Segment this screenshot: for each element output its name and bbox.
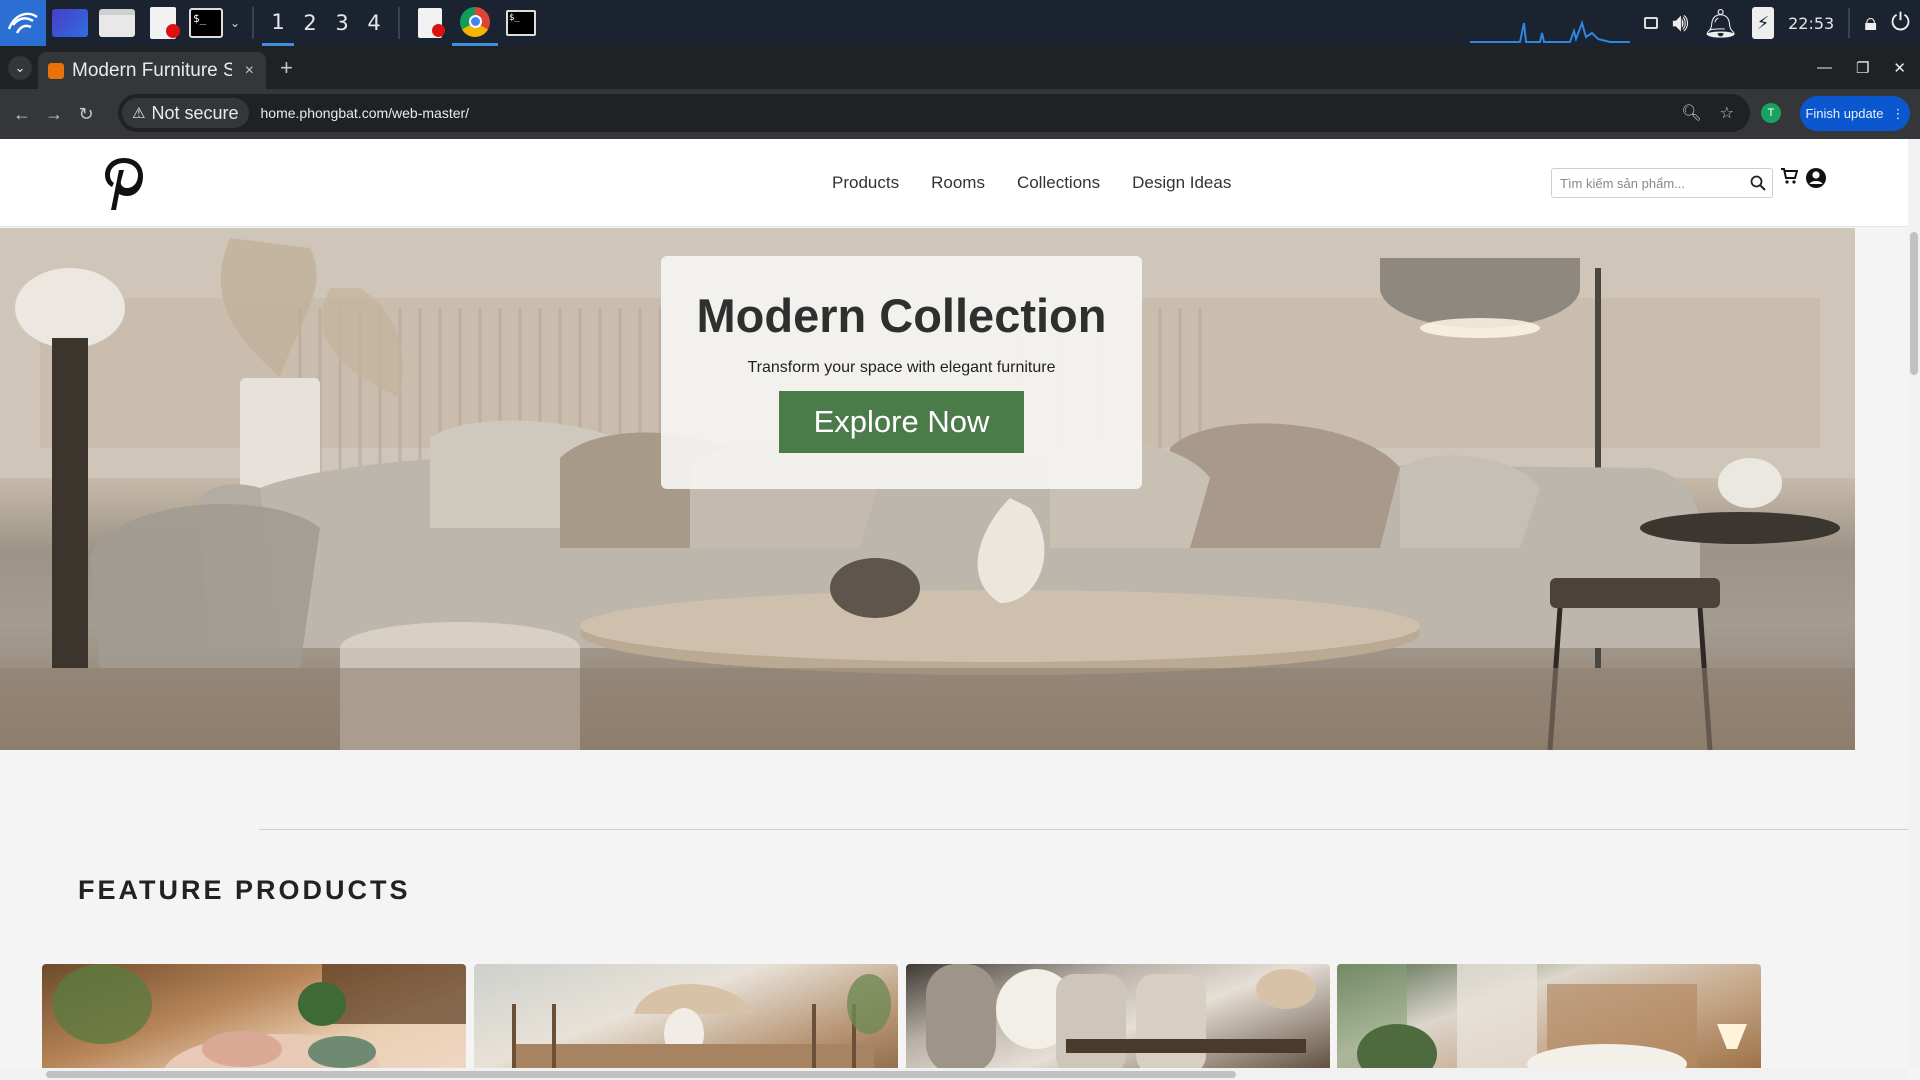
vertical-scrollbar[interactable] xyxy=(1908,139,1920,1068)
battery-charging-icon[interactable]: ⚡ xyxy=(1752,7,1775,39)
kali-menu-icon[interactable] xyxy=(0,0,46,46)
finish-update-label: Finish update xyxy=(1805,106,1884,121)
main-nav: Products Rooms Collections Design Ideas xyxy=(832,139,1231,227)
taskbar-separator xyxy=(398,7,400,39)
pinterest-logo-icon[interactable] xyxy=(102,156,146,212)
product-card-image[interactable] xyxy=(474,964,898,1068)
user-account-icon[interactable] xyxy=(1805,167,1827,189)
bedroom-image xyxy=(1337,964,1747,1068)
bookmark-star-icon[interactable]: ☆ xyxy=(1720,103,1734,123)
more-vert-icon: ⋮ xyxy=(1891,105,1905,121)
search-input[interactable] xyxy=(1552,169,1742,197)
hero-subtitle: Transform your space with elegant furnit… xyxy=(747,359,1056,376)
chrome-icon[interactable] xyxy=(452,0,498,46)
restore-icon[interactable]: ❐ xyxy=(1856,59,1869,77)
vertical-scroll-thumb[interactable] xyxy=(1910,232,1918,375)
taskbar-separator xyxy=(1848,8,1851,38)
dining-room-image xyxy=(512,974,891,1068)
finish-update-button[interactable]: Finish update ⋮ xyxy=(1800,96,1910,131)
terminal-icon[interactable]: $_ xyxy=(498,0,544,46)
desktop-icon[interactable] xyxy=(46,0,94,46)
nav-rooms[interactable]: Rooms xyxy=(931,173,985,193)
workspace-1[interactable]: 1 xyxy=(262,0,294,46)
nav-design-ideas[interactable]: Design Ideas xyxy=(1132,173,1231,193)
search-icon[interactable] xyxy=(1750,175,1766,191)
horizontal-scroll-thumb[interactable] xyxy=(46,1071,1236,1078)
terminal-icon[interactable]: $_ xyxy=(186,0,226,46)
cart-icon[interactable] xyxy=(1780,167,1798,185)
text-editor-icon[interactable] xyxy=(140,0,186,46)
tab-title: Modern Furniture S xyxy=(72,59,232,81)
text-editor-icon[interactable] xyxy=(408,0,452,46)
os-taskbar: $_ ⌄ 1 2 3 4 $_ 🔊︎ 🔔︎ ⚡ 22:53 🔒︎ ⏻ xyxy=(0,0,1920,46)
close-window-icon[interactable]: ✕ xyxy=(1893,59,1906,77)
site-header: Products Rooms Collections Design Ideas xyxy=(0,139,1908,227)
workspace-4[interactable]: 4 xyxy=(358,0,390,46)
clock[interactable]: 22:53 xyxy=(1788,14,1834,33)
address-bar[interactable]: ⚠ Not secure home.phongbat.com/web-maste… xyxy=(118,94,1750,132)
zoom-icon[interactable]: 🔍︎ xyxy=(1681,103,1701,123)
section-divider xyxy=(259,829,1908,830)
new-tab-button[interactable]: + xyxy=(280,55,293,81)
hero-banner: Modern Collection Transform your space w… xyxy=(0,228,1855,750)
nav-products[interactable]: Products xyxy=(832,173,899,193)
browser-tab[interactable]: Modern Furniture S × xyxy=(38,52,266,89)
nav-collections[interactable]: Collections xyxy=(1017,173,1100,193)
hero-title: Modern Collection xyxy=(696,289,1107,342)
file-manager-icon[interactable] xyxy=(94,0,140,46)
display-icon[interactable] xyxy=(1644,17,1659,29)
search-box xyxy=(1551,168,1773,198)
workspace-2[interactable]: 2 xyxy=(294,0,326,46)
favicon-icon xyxy=(48,62,64,79)
browser-tab-strip: ⌄ Modern Furniture S × + — ❐ ✕ xyxy=(0,46,1920,89)
profile-avatar[interactable]: T xyxy=(1761,103,1781,123)
product-card-image[interactable] xyxy=(42,964,466,1068)
forward-icon[interactable]: → xyxy=(38,104,70,125)
back-icon[interactable]: ← xyxy=(6,104,38,125)
minimize-icon[interactable]: — xyxy=(1817,59,1832,76)
product-card-image[interactable] xyxy=(906,964,1330,1068)
taskbar-separator xyxy=(252,7,254,39)
window-controls: — ❐ ✕ xyxy=(1817,46,1906,89)
security-chip[interactable]: ⚠ Not secure xyxy=(122,98,249,128)
logout-icon[interactable]: ⏻ xyxy=(1891,9,1910,37)
close-tab-icon[interactable]: × xyxy=(245,62,254,80)
volume-icon[interactable]: 🔊︎ xyxy=(1672,7,1688,39)
living-room-image xyxy=(52,964,466,1068)
feature-products-heading: FEATURE PRODUCTS xyxy=(78,875,411,905)
dining-chairs-image xyxy=(926,964,1316,1068)
security-label: Not secure xyxy=(151,102,239,123)
address-bar-actions: 🔍︎ ☆ xyxy=(1681,94,1734,132)
lock-icon[interactable]: 🔒︎ xyxy=(1864,9,1877,37)
reload-icon[interactable]: ↻ xyxy=(70,104,102,125)
hero-card: Modern Collection Transform your space w… xyxy=(661,256,1142,489)
warning-icon: ⚠ xyxy=(132,105,146,122)
browser-toolbar: ← → ↻ ⚠ Not secure home.phongbat.com/web… xyxy=(0,89,1920,139)
web-page: Products Rooms Collections Design Ideas xyxy=(0,139,1908,1068)
workspace-3[interactable]: 3 xyxy=(326,0,358,46)
explore-now-button[interactable]: Explore Now xyxy=(779,391,1024,453)
horizontal-scrollbar[interactable] xyxy=(0,1068,1908,1080)
cpu-graph-icon xyxy=(1470,19,1631,43)
tab-search-icon[interactable]: ⌄ xyxy=(8,56,32,80)
product-card-image[interactable] xyxy=(1337,964,1761,1068)
url-text[interactable]: home.phongbat.com/web-master/ xyxy=(261,105,470,121)
chevron-down-icon[interactable]: ⌄ xyxy=(226,0,244,46)
notification-bell-icon[interactable]: 🔔︎ xyxy=(1703,7,1739,40)
system-tray: 🔊︎ 🔔︎ ⚡ 22:53 🔒︎ ⏻ xyxy=(1470,0,1920,46)
